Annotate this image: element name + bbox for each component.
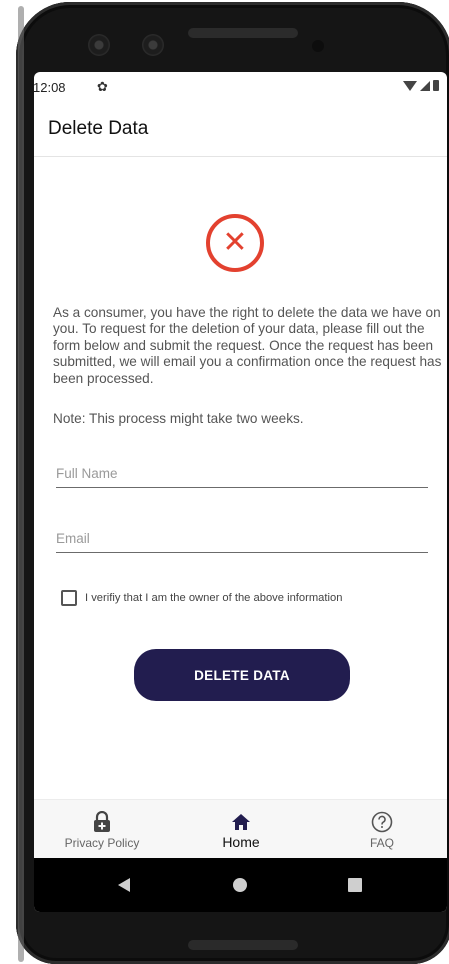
recents-icon[interactable] [348,878,362,892]
phone-side-edge [18,6,24,962]
nav-item-faq[interactable]: FAQ [322,800,442,859]
nav-label-home: Home [222,834,260,850]
home-icon [231,810,251,834]
lock-icon [93,810,111,834]
system-navigation-bar [34,858,447,912]
status-bar: 12:08 ✿ [34,72,447,104]
wifi-icon [403,81,417,91]
note-text: Note: This process might take two weeks. [53,411,304,426]
description-text: As a consumer, you have the right to del… [53,305,442,386]
bottom-navigation: Privacy Policy Home FAQ [34,799,447,859]
delete-data-button[interactable]: DELETE DATA [134,649,350,701]
battery-icon [433,80,439,91]
nav-label-faq: FAQ [369,836,394,850]
gear-icon: ✿ [97,79,108,94]
status-time: 12:08 [34,80,66,95]
earpiece-speaker [188,28,298,38]
email-input[interactable] [56,531,428,553]
app-bar: Delete Data [34,104,447,157]
front-camera-icon [142,34,164,56]
status-icons [403,80,439,91]
full-name-field [56,465,428,488]
nav-item-privacy-policy[interactable]: Privacy Policy [42,800,162,859]
help-circle-icon [371,810,393,834]
full-name-input[interactable] [56,466,428,488]
bottom-speaker [188,940,298,950]
app-screen: 12:08 ✿ Delete Data ✕ As a consumer, you… [34,72,447,912]
verify-ownership-row[interactable]: I verifiy that I am the owner of the abo… [61,590,342,606]
page-title: Delete Data [48,118,149,139]
close-icon: ✕ [222,225,248,260]
signal-icon [420,81,430,91]
home-circle-icon[interactable] [233,878,247,892]
front-camera-icon [88,34,110,56]
email-field [56,530,428,553]
proximity-sensor [312,40,324,52]
phone-top-bezel [16,2,449,74]
verify-checkbox[interactable] [61,590,77,606]
error-x-icon: ✕ [206,214,264,272]
nav-label-privacy-policy: Privacy Policy [64,836,140,850]
back-icon[interactable] [118,878,130,892]
nav-item-home[interactable]: Home [181,800,301,859]
verify-label: I verifiy that I am the owner of the abo… [85,592,343,604]
